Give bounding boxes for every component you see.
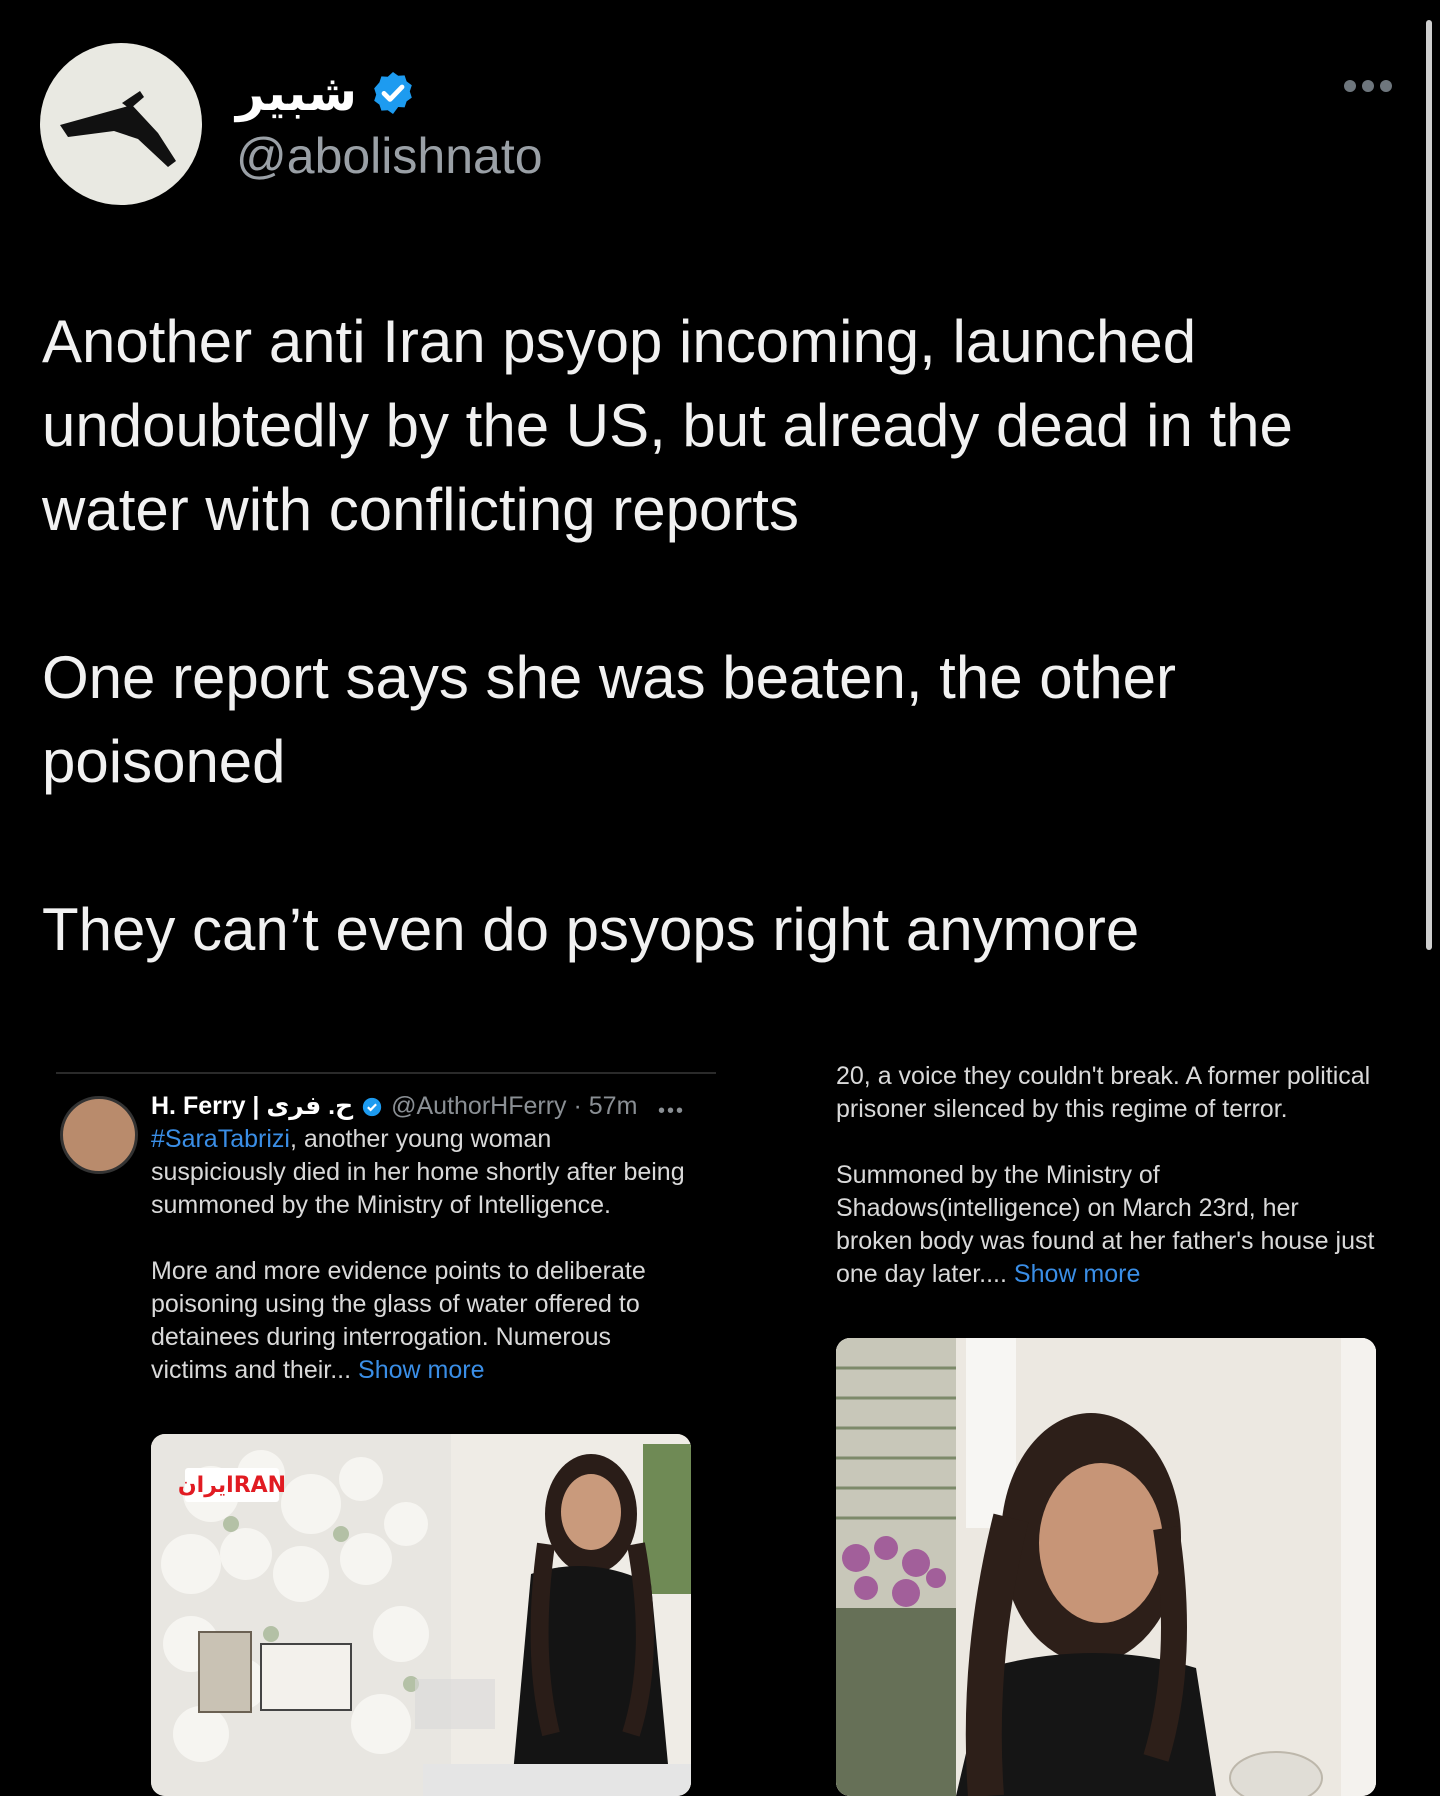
embedded-avatar: [60, 1096, 138, 1174]
verified-badge-icon: [362, 1097, 382, 1116]
embedded-photo: ایرانRAN: [151, 1434, 691, 1796]
tweet-paragraph: Another anti Iran psyop incoming, launch…: [42, 308, 1293, 543]
embedded-photo: [836, 1338, 1376, 1796]
display-name[interactable]: شبير: [236, 64, 357, 122]
drone-icon: [60, 91, 176, 167]
iran-international-logo: ایرانRAN: [177, 1472, 287, 1498]
tweet-header: شبير @abolishnato: [40, 43, 543, 205]
show-more-link: Show more: [1013, 1260, 1141, 1288]
hashtag-link: #SaraTabrizi: [151, 1125, 290, 1153]
tweet-paragraph: They can’t even do psyops right anymore: [42, 896, 1140, 963]
handle[interactable]: @abolishnato: [236, 127, 543, 185]
embedded-tweet-right[interactable]: 20, a voice they couldn't break. A forme…: [836, 1060, 1376, 1796]
divider: [56, 1072, 716, 1074]
more-options-icon[interactable]: [1344, 80, 1392, 92]
embedded-text: 20, a voice they couldn't break. A forme…: [836, 1062, 1371, 1123]
embedded-tweet-left[interactable]: ••• H. Ferry | ح. فری @AuthorHFerry · 57…: [50, 1072, 716, 1796]
verified-badge-icon: [374, 72, 412, 114]
embedded-author-name: H. Ferry | ح. فری: [151, 1092, 354, 1120]
tweet-body: Another anti Iran psyop incoming, launch…: [42, 300, 1402, 972]
tweet-paragraph: One report says she was beaten, the othe…: [42, 644, 1176, 795]
scrollbar[interactable]: [1426, 20, 1432, 950]
show-more-link: Show more: [358, 1356, 485, 1384]
avatar[interactable]: [40, 43, 202, 205]
embedded-handle-time: @AuthorHFerry · 57m: [391, 1092, 638, 1120]
